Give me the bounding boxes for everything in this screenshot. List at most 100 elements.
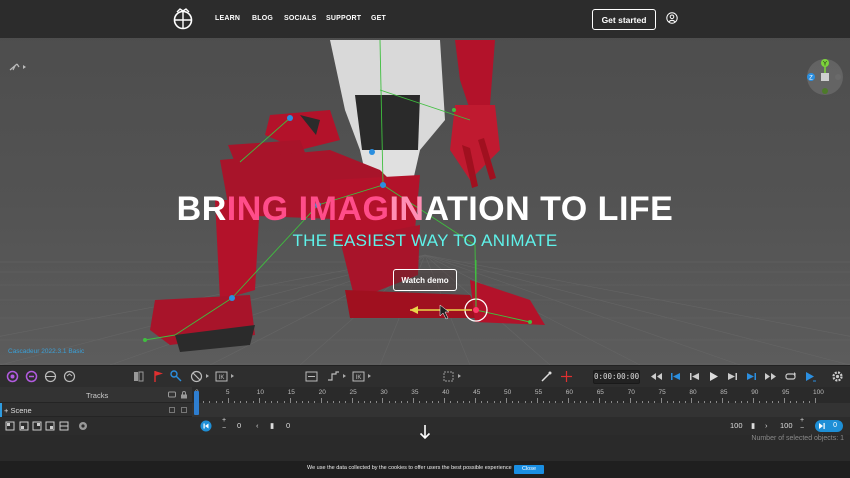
next-key-icon[interactable]: › — [765, 421, 768, 430]
previous-frame-icon[interactable] — [688, 370, 701, 383]
disable-icon[interactable] — [190, 370, 203, 383]
ruler-tick-label: 65 — [596, 389, 604, 396]
ruler-tick-label: 70 — [627, 389, 635, 396]
ik-fk-icon[interactable]: IK — [352, 370, 365, 383]
mirror-icon[interactable] — [132, 370, 145, 383]
gear-icon[interactable] — [831, 370, 844, 383]
wand-icon[interactable] — [540, 370, 553, 383]
scene-track-lane[interactable] — [192, 403, 850, 417]
next-frame-icon[interactable] — [726, 370, 739, 383]
select-mode-icon[interactable] — [6, 370, 19, 383]
orientation-gizmo-icon[interactable]: Y Z — [806, 58, 844, 96]
track-view-icon-3[interactable] — [32, 421, 42, 431]
ik-mode-icon[interactable]: IK — [215, 370, 228, 383]
timeline-ruler[interactable]: 0510152025303540455055606570758085909510… — [192, 387, 850, 403]
hero-title-part-1: BR — [176, 190, 227, 228]
go-to-end-icon[interactable] — [745, 370, 758, 383]
gizmo-y-label: Y — [823, 62, 827, 68]
rewind-icon[interactable] — [650, 370, 663, 383]
gizmo-z-label: Z — [809, 76, 813, 82]
key-icon[interactable] — [170, 370, 183, 383]
interval-start-icon[interactable] — [200, 420, 212, 432]
tracks-header: Tracks — [0, 387, 192, 403]
scene-accent — [0, 403, 2, 417]
comment-icon[interactable] — [168, 391, 176, 399]
scene-lock-checkbox[interactable] — [181, 407, 187, 413]
grid-snap-icon[interactable] — [442, 370, 455, 383]
dropdown-arrow-icon[interactable] — [458, 374, 461, 378]
ruler-tick-label: 95 — [782, 389, 790, 396]
ik-label: IK — [219, 375, 225, 381]
view-mode-icon[interactable] — [8, 61, 28, 73]
refresh-icon[interactable] — [63, 370, 76, 383]
hero-title-part-2: ING IMAG — [226, 190, 390, 228]
get-started-button[interactable]: Get started — [592, 9, 656, 30]
dropdown-arrow-icon[interactable] — [368, 374, 371, 378]
ruler-tick-label: 15 — [287, 389, 295, 396]
interpolation-icon[interactable] — [305, 370, 318, 383]
play-settings-icon[interactable] — [804, 370, 817, 383]
ruler-tick-label: 90 — [751, 389, 759, 396]
dropdown-arrow-icon[interactable] — [231, 374, 234, 378]
track-view-icon-4[interactable] — [45, 421, 55, 431]
nav-link-socials[interactable]: SOCIALS — [284, 15, 317, 22]
scene-track-row[interactable]: + Scene — [0, 403, 192, 417]
timecode-display[interactable]: 0:00:00:00 — [593, 370, 640, 384]
fast-forward-icon[interactable] — [764, 370, 777, 383]
version-label: Cascadeur 2022.3.1 Basic — [8, 348, 85, 355]
camera-icon[interactable] — [78, 421, 88, 431]
current-frame-field[interactable]: 0 — [815, 420, 843, 432]
dropdown-arrow-icon[interactable] — [343, 374, 346, 378]
go-to-start-icon[interactable] — [669, 370, 682, 383]
interval-start-value[interactable]: 0 — [237, 421, 241, 430]
scroll-down-arrow-icon[interactable] — [418, 424, 432, 440]
increment-icon[interactable]: + — [222, 417, 226, 424]
loop-icon[interactable] — [784, 370, 797, 383]
physics-mode-icon[interactable] — [44, 370, 57, 383]
decrement-icon[interactable]: − — [222, 425, 226, 432]
ruler-tick-label: 55 — [534, 389, 543, 396]
track-view-icon-5[interactable] — [59, 421, 69, 431]
cascadeur-logo-icon[interactable] — [172, 8, 194, 30]
track-view-icon-1[interactable] — [5, 421, 15, 431]
current-start-value[interactable]: 0 — [286, 421, 290, 430]
nav-link-learn[interactable]: LEARN — [215, 15, 240, 22]
user-circle-icon[interactable] — [666, 12, 678, 24]
keyframe-flag-icon[interactable] — [152, 370, 165, 383]
character-scene — [0, 39, 850, 365]
track-view-icon-2[interactable] — [19, 421, 29, 431]
step-curve-icon[interactable] — [327, 370, 340, 383]
ruler-tick-label: 20 — [318, 389, 326, 396]
pause-marker-icon[interactable]: ▮ — [270, 421, 274, 430]
scene-visibility-checkbox[interactable] — [169, 407, 175, 413]
nav-link-get[interactable]: GET — [371, 15, 386, 22]
ruler-tick-label: 40 — [442, 389, 450, 396]
watch-demo-button[interactable]: Watch demo — [393, 269, 457, 291]
previous-key-icon[interactable]: ‹ — [256, 421, 259, 430]
play-icon[interactable] — [707, 370, 720, 383]
ruler-tick-label: 100 — [813, 389, 824, 396]
tracks-label: Tracks — [86, 391, 109, 400]
scene-label[interactable]: + Scene — [4, 406, 32, 415]
lock-icon[interactable] — [180, 391, 188, 399]
cookie-text: We use the data collected by the cookies… — [307, 465, 512, 471]
end-marker-icon[interactable]: ▮ — [751, 421, 755, 430]
decrement-icon[interactable]: − — [800, 425, 804, 432]
nav-link-support[interactable]: SUPPORT — [326, 15, 361, 22]
playhead[interactable] — [194, 391, 199, 415]
cookie-close-button[interactable]: Close — [514, 465, 544, 474]
rotate-mode-icon[interactable] — [25, 370, 38, 383]
cookie-banner: We use the data collected by the cookies… — [0, 461, 850, 478]
current-end-value[interactable]: 100 — [730, 421, 743, 430]
interval-end-value[interactable]: 100 — [780, 421, 793, 430]
ruler-tick-label: 30 — [380, 389, 388, 396]
ruler-tick-label: 60 — [565, 389, 574, 396]
increment-icon[interactable]: + — [800, 417, 804, 424]
3d-viewport[interactable]: Y Z Cascadeur 2022.3.1 Basic — [0, 0, 850, 365]
dropdown-arrow-icon[interactable] — [206, 374, 209, 378]
ruler-tick-label: 50 — [504, 389, 512, 396]
ruler-tick-label: 85 — [720, 389, 728, 396]
pose-icon[interactable] — [560, 370, 573, 383]
nav-link-blog[interactable]: BLOG — [252, 15, 273, 22]
ruler-tick-label: 45 — [473, 389, 481, 396]
